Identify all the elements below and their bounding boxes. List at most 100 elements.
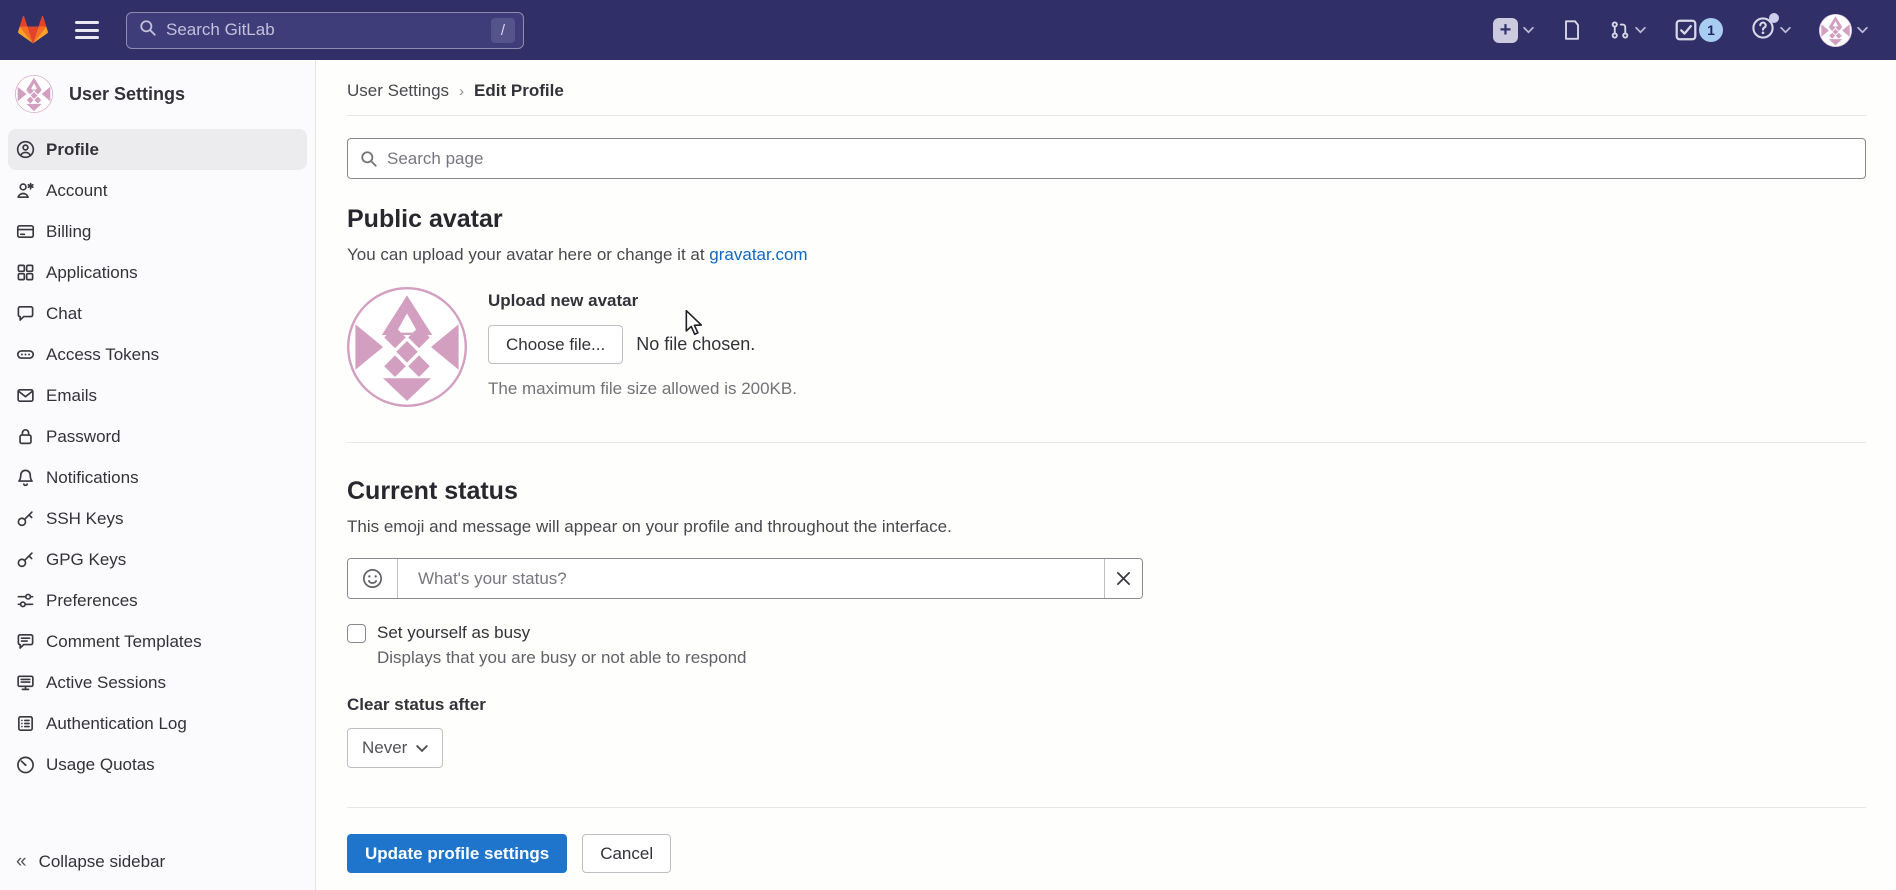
sidebar-item-label: Chat — [46, 304, 82, 324]
access-tokens-icon — [16, 345, 35, 364]
chevron-down-icon — [1635, 26, 1646, 34]
no-file-chosen-text: No file chosen. — [636, 334, 755, 355]
settings-sidebar: User Settings Profile Account Billing Appli… — [0, 60, 316, 890]
help-menu-button[interactable] — [1751, 16, 1791, 45]
sidebar-item-gpg-keys[interactable]: GPG Keys — [8, 539, 307, 580]
set-busy-description: Displays that you are busy or not able t… — [377, 648, 1866, 668]
upload-new-avatar-label: Upload new avatar — [488, 291, 797, 311]
sidebar-item-account[interactable]: Account — [8, 170, 307, 211]
sidebar-item-preferences[interactable]: Preferences — [8, 580, 307, 621]
sidebar-item-comment-templates[interactable]: Comment Templates — [8, 621, 307, 662]
clear-status-after-dropdown[interactable]: Never — [347, 728, 443, 768]
sidebar-item-label: Usage Quotas — [46, 755, 155, 775]
choose-file-button[interactable]: Choose file... — [488, 325, 623, 364]
key-icon — [16, 509, 35, 528]
sidebar-item-usage-quotas[interactable]: Usage Quotas — [8, 744, 307, 785]
sidebar-item-label: Profile — [46, 140, 99, 160]
sidebar-item-label: SSH Keys — [46, 509, 123, 529]
breadcrumb: User Settings › Edit Profile — [347, 60, 1866, 116]
sidebar-item-label: Account — [46, 181, 107, 201]
current-avatar-image — [347, 287, 467, 407]
sidebar-item-access-tokens[interactable]: Access Tokens — [8, 334, 307, 375]
sidebar-item-label: Billing — [46, 222, 91, 242]
sidebar-item-label: Notifications — [46, 468, 139, 488]
sidebar-item-applications[interactable]: Applications — [8, 252, 307, 293]
search-shortcut-badge: / — [491, 18, 515, 43]
breadcrumb-user-settings-link[interactable]: User Settings — [347, 81, 449, 101]
public-avatar-heading: Public avatar — [347, 205, 1866, 234]
breadcrumb-current: Edit Profile — [474, 81, 564, 101]
issues-button[interactable] — [1562, 19, 1582, 41]
cancel-button[interactable]: Cancel — [582, 834, 671, 873]
update-profile-settings-button[interactable]: Update profile settings — [347, 834, 567, 873]
page-search-field — [347, 138, 1866, 179]
app-root: Search GitLab / + — [0, 0, 1896, 890]
status-input-group — [347, 558, 1143, 599]
sidebar-item-active-sessions[interactable]: Active Sessions — [8, 662, 307, 703]
sidebar-item-label: Applications — [46, 263, 138, 283]
sidebar-item-label: Password — [46, 427, 121, 447]
clear-status-button[interactable] — [1104, 559, 1142, 598]
set-busy-label: Set yourself as busy — [377, 623, 530, 643]
clear-status-after-value: Never — [362, 738, 407, 758]
sidebar-item-label: Comment Templates — [46, 632, 202, 652]
section-divider — [347, 807, 1866, 808]
section-divider — [347, 442, 1866, 443]
sidebar-item-password[interactable]: Password — [8, 416, 307, 457]
topbar: Search GitLab / + — [0, 0, 1896, 60]
sidebar-item-label: Access Tokens — [46, 345, 159, 365]
authentication-log-icon — [16, 714, 35, 733]
smiley-icon — [362, 568, 383, 589]
sidebar-item-ssh-keys[interactable]: SSH Keys — [8, 498, 307, 539]
hamburger-menu-button[interactable] — [75, 20, 99, 40]
sidebar-item-notifications[interactable]: Notifications — [8, 457, 307, 498]
plus-icon: + — [1493, 18, 1518, 43]
busy-checkbox-row: Set yourself as busy — [347, 623, 1866, 643]
set-busy-checkbox[interactable] — [347, 624, 366, 643]
emails-icon — [16, 386, 35, 405]
status-message-input[interactable] — [398, 559, 1104, 598]
todo-count-badge: 1 — [1699, 18, 1723, 42]
sidebar-item-label: Preferences — [46, 591, 138, 611]
sidebar-item-chat[interactable]: Chat — [8, 293, 307, 334]
global-search-input[interactable]: Search GitLab / — [126, 12, 524, 49]
emoji-picker-button[interactable] — [348, 559, 398, 598]
collapse-sidebar-button[interactable]: « Collapse sidebar — [8, 842, 308, 882]
topbar-actions: + 1 — [1493, 14, 1896, 47]
usage-quotas-icon — [16, 755, 35, 774]
chevron-down-icon — [1780, 26, 1791, 34]
main-content: User Settings › Edit Profile Public avat… — [316, 60, 1896, 890]
user-avatar — [1819, 14, 1852, 47]
comment-templates-icon — [16, 632, 35, 651]
close-icon — [1116, 571, 1131, 586]
sidebar-nav: Profile Account Billing Applications Chat Acc… — [0, 125, 315, 785]
global-search-placeholder: Search GitLab — [166, 20, 491, 40]
avatar-upload-row: Upload new avatar Choose file... No file… — [347, 287, 1866, 407]
active-sessions-icon — [16, 673, 35, 692]
sidebar-item-billing[interactable]: Billing — [8, 211, 307, 252]
sidebar-title: User Settings — [69, 84, 185, 105]
sidebar-item-label: GPG Keys — [46, 550, 126, 570]
merge-requests-menu-button[interactable] — [1610, 19, 1646, 41]
account-icon — [16, 181, 35, 200]
notifications-icon — [16, 468, 35, 487]
page-search-input[interactable] — [387, 149, 1853, 169]
create-new-menu-button[interactable]: + — [1493, 18, 1534, 43]
sidebar-item-profile[interactable]: Profile — [8, 129, 307, 170]
search-icon — [360, 150, 378, 168]
max-file-size-hint: The maximum file size allowed is 200KB. — [488, 379, 797, 399]
clear-status-after-label: Clear status after — [347, 695, 1866, 715]
key-icon — [16, 550, 35, 569]
current-status-description: This emoji and message will appear on yo… — [347, 517, 1866, 537]
sidebar-item-label: Emails — [46, 386, 97, 406]
issues-icon — [1562, 19, 1582, 41]
gitlab-logo-icon[interactable] — [17, 15, 49, 46]
chevron-down-icon — [1523, 26, 1534, 34]
user-avatar-menu-button[interactable] — [1819, 14, 1868, 47]
sidebar-item-emails[interactable]: Emails — [8, 375, 307, 416]
breadcrumb-separator-icon: › — [459, 83, 464, 100]
todo-list-button[interactable]: 1 — [1674, 18, 1723, 42]
password-icon — [16, 427, 35, 446]
sidebar-item-authentication-log[interactable]: Authentication Log — [8, 703, 307, 744]
gravatar-link[interactable]: gravatar.com — [709, 245, 807, 264]
